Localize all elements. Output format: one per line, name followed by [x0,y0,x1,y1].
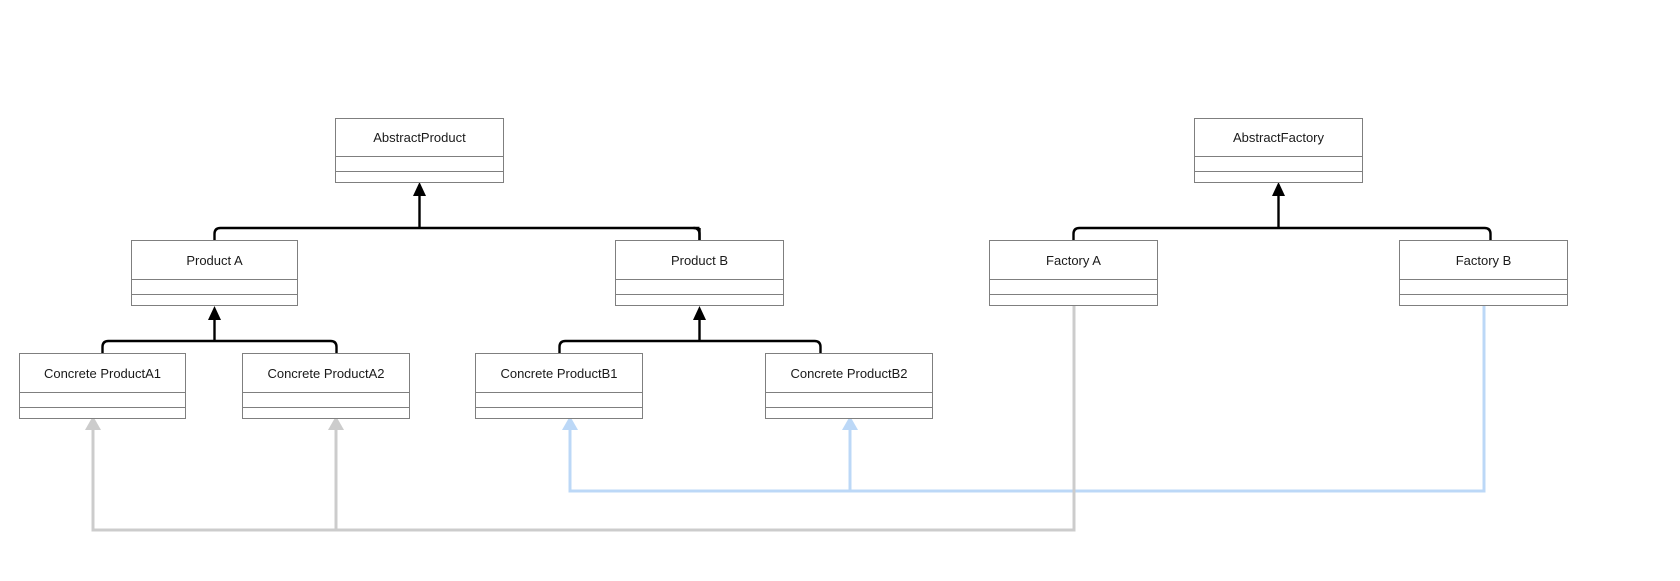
class-operations-abstract-product [336,172,503,182]
rel-inherit-concrete-b [558,317,822,353]
class-attributes-concrete-product-b1 [476,393,642,408]
class-operations-abstract-factory [1195,172,1362,182]
class-operations-concrete-product-b2 [766,408,932,418]
class-box-concrete-product-a1[interactable]: Concrete ProductA1 [19,353,186,419]
class-attributes-product-b [616,280,783,295]
class-attributes-abstract-factory [1195,157,1362,172]
class-name-abstract-factory: AbstractFactory [1195,119,1362,157]
rel-inherit-concrete-a [101,317,338,353]
rel-inherit-factories [1072,190,1492,240]
inheritance-arrowhead-product-b [693,306,706,320]
class-box-abstract-factory[interactable]: AbstractFactory [1194,118,1363,183]
class-operations-concrete-product-a2 [243,408,409,418]
class-name-factory-b: Factory B [1400,241,1567,280]
class-box-product-a[interactable]: Product A [131,240,298,306]
class-name-product-b: Product B [616,241,783,280]
class-name-concrete-product-a1: Concrete ProductA1 [20,354,185,393]
class-name-product-a: Product A [132,241,297,280]
rel-inherit-products [213,190,701,240]
rel-dep-factoryb-products [568,306,1486,493]
class-box-concrete-product-a2[interactable]: Concrete ProductA2 [242,353,410,419]
class-name-concrete-product-b2: Concrete ProductB2 [766,354,932,393]
class-box-product-b[interactable]: Product B [615,240,784,306]
inheritance-arrowhead-abstract-factory [1272,182,1285,196]
class-box-factory-b[interactable]: Factory B [1399,240,1568,306]
class-attributes-factory-b [1400,280,1567,295]
class-operations-factory-b [1400,295,1567,305]
class-attributes-concrete-product-a2 [243,393,409,408]
class-box-factory-a[interactable]: Factory A [989,240,1158,306]
class-box-concrete-product-b2[interactable]: Concrete ProductB2 [765,353,933,419]
class-operations-concrete-product-a1 [20,408,185,418]
class-attributes-product-a [132,280,297,295]
inheritance-arrowhead-product-a [208,306,221,320]
inheritance-arrowhead-abstract-product [413,182,426,196]
class-operations-product-b [616,295,783,305]
class-attributes-concrete-product-b2 [766,393,932,408]
class-operations-concrete-product-b1 [476,408,642,418]
class-name-factory-a: Factory A [990,241,1157,280]
class-box-concrete-product-b1[interactable]: Concrete ProductB1 [475,353,643,419]
class-attributes-factory-a [990,280,1157,295]
class-box-abstract-product[interactable]: AbstractProduct [335,118,504,183]
class-attributes-concrete-product-a1 [20,393,185,408]
class-attributes-abstract-product [336,157,503,172]
class-name-concrete-product-b1: Concrete ProductB1 [476,354,642,393]
class-name-abstract-product: AbstractProduct [336,119,503,157]
class-operations-product-a [132,295,297,305]
class-operations-factory-a [990,295,1157,305]
class-name-concrete-product-a2: Concrete ProductA2 [243,354,409,393]
